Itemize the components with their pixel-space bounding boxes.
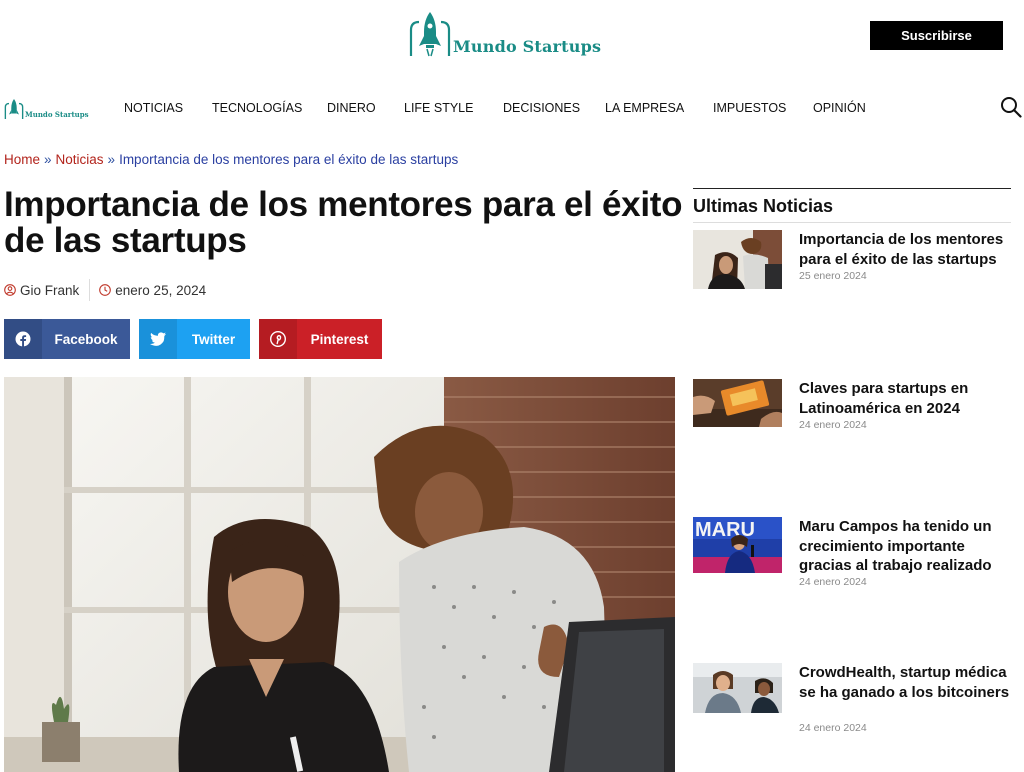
- share-facebook-label: Facebook: [54, 331, 118, 347]
- share-pinterest-button[interactable]: Pinterest: [259, 319, 382, 359]
- news-date: 25 enero 2024: [799, 270, 867, 282]
- nav-item-impuestos[interactable]: IMPUESTOS: [713, 101, 786, 115]
- user-circle-icon: [4, 284, 16, 296]
- breadcrumb-separator: »: [107, 152, 116, 167]
- nav-item-decisiones[interactable]: DECISIONES: [503, 101, 580, 115]
- site-logo[interactable]: Mundo Startups: [408, 10, 601, 58]
- pinterest-icon: [259, 319, 297, 359]
- nav-logo[interactable]: Mundo Startups: [4, 98, 89, 120]
- breadcrumb: Home» Noticias» Importancia de los mentore…: [4, 152, 458, 167]
- nav-item-life-style[interactable]: LIFE STYLE: [404, 101, 473, 115]
- breadcrumb-category-link[interactable]: Noticias: [56, 152, 104, 167]
- news-title[interactable]: CrowdHealth, startup médica se ha ganado…: [799, 663, 1013, 702]
- article-featured-image: [4, 377, 675, 772]
- nav-item-noticias[interactable]: NOTICIAS: [124, 101, 183, 115]
- news-thumbnail[interactable]: [693, 379, 782, 427]
- nav-item-opinion[interactable]: OPINIÓN: [813, 101, 866, 115]
- news-date: 24 enero 2024: [799, 576, 867, 588]
- sidebar-rule: [693, 188, 1011, 189]
- clock-icon: [99, 284, 112, 296]
- sidebar-rule: [693, 222, 1011, 223]
- main-nav: Mundo Startups NOTICIAS TECNOLOGÍAS DINE…: [0, 86, 1024, 130]
- search-icon[interactable]: [1000, 96, 1022, 118]
- news-date: 24 enero 2024: [799, 722, 867, 734]
- facebook-icon: [4, 319, 42, 359]
- news-thumbnail[interactable]: MARU: [693, 517, 782, 573]
- site-logo-text: Mundo Startups: [453, 37, 602, 56]
- news-date: 24 enero 2024: [799, 419, 867, 431]
- subscribe-button[interactable]: Suscribirse: [870, 21, 1003, 50]
- rocket-logo-icon: [409, 12, 451, 57]
- publish-date: enero 25, 2024: [115, 282, 207, 298]
- breadcrumb-separator: »: [44, 152, 52, 167]
- news-thumbnail[interactable]: [693, 663, 782, 713]
- nav-item-tecnologias[interactable]: TECNOLOGÍAS: [212, 101, 302, 115]
- share-twitter-label: Twitter: [191, 331, 236, 347]
- top-header: Mundo Startups Suscribirse: [0, 0, 1024, 78]
- share-pinterest-label: Pinterest: [310, 331, 369, 347]
- news-thumbnail[interactable]: [693, 230, 782, 289]
- news-title[interactable]: Claves para startups en Latinoamérica en…: [799, 379, 1013, 418]
- breadcrumb-home-link[interactable]: Home: [4, 152, 40, 167]
- rocket-logo-icon: [4, 99, 24, 119]
- author-name[interactable]: Gio Frank: [20, 283, 79, 298]
- share-twitter-button[interactable]: Twitter: [139, 319, 250, 359]
- news-title[interactable]: Importancia de los mentores para el éxit…: [799, 230, 1013, 269]
- meta-divider: [89, 279, 91, 301]
- news-title[interactable]: Maru Campos ha tenido un crecimiento imp…: [799, 517, 1013, 576]
- nav-item-la-empresa[interactable]: LA EMPRESA: [605, 101, 684, 115]
- article-title: Importancia de los mentores para el éxit…: [4, 185, 683, 260]
- nav-logo-text: Mundo Startups: [25, 110, 89, 119]
- breadcrumb-current: Importancia de los mentores para el éxit…: [119, 152, 459, 167]
- nav-item-dinero[interactable]: DINERO: [327, 101, 376, 115]
- sidebar-title: Ultimas Noticias: [693, 196, 834, 216]
- share-facebook-button[interactable]: Facebook: [4, 319, 130, 359]
- article-meta: Gio Frank enero 25, 2024: [4, 279, 206, 301]
- twitter-icon: [139, 319, 177, 359]
